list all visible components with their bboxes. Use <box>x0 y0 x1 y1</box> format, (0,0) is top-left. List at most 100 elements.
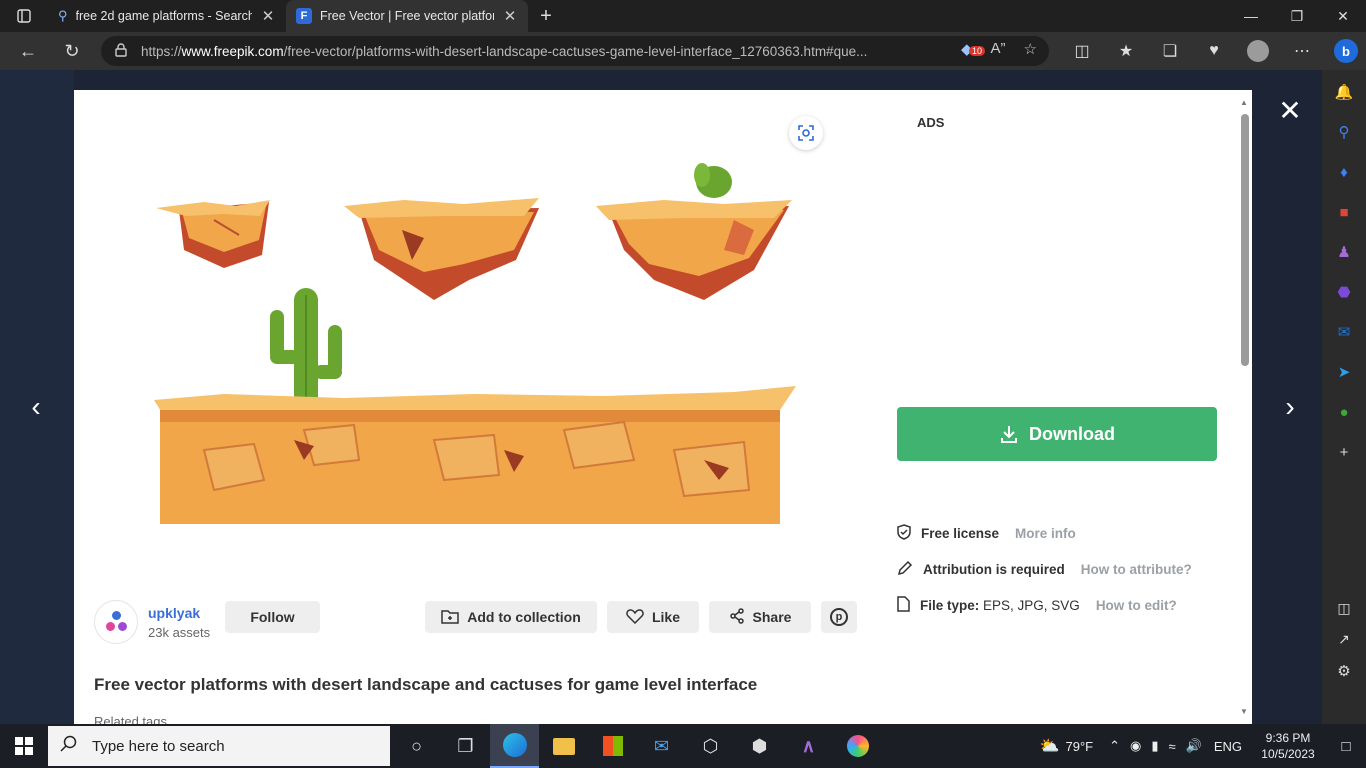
scroll-up-icon[interactable]: ▲ <box>1240 98 1248 107</box>
tab-search[interactable]: ⚲ free 2d game platforms - Search ✕ <box>48 0 286 32</box>
freepik-favicon-icon: F <box>296 8 312 24</box>
paint-app-icon[interactable] <box>833 724 882 768</box>
favorites-icon[interactable]: ★ <box>1104 32 1148 70</box>
tree-icon[interactable]: ● <box>1330 398 1358 426</box>
read-aloud-icon[interactable]: A” <box>991 40 1006 58</box>
profile-avatar[interactable] <box>1236 32 1280 70</box>
external-link-icon[interactable]: ↗ <box>1338 631 1350 648</box>
preview-image[interactable] <box>144 160 804 540</box>
scroll-down-icon[interactable]: ▼ <box>1240 707 1248 716</box>
tab-title: free 2d game platforms - Search <box>75 9 252 23</box>
weather-temp[interactable]: 79°F <box>1065 739 1093 754</box>
add-to-collection-label: Add to collection <box>467 609 581 625</box>
how-to-attribute-link[interactable]: How to attribute? <box>1081 562 1192 577</box>
author-name-link[interactable]: upklyak <box>148 605 210 621</box>
wifi-icon[interactable]: ≈ <box>1169 739 1176 754</box>
url-text: https://www.freepik.com/free-vector/plat… <box>141 43 868 59</box>
filetype-label: File type: <box>920 598 980 613</box>
shield-check-icon <box>897 524 911 543</box>
next-arrow-icon[interactable]: › <box>1278 392 1302 422</box>
favorite-star-icon[interactable]: ☆ <box>1024 40 1037 58</box>
refresh-button[interactable]: ↻ <box>50 32 94 70</box>
download-label: Download <box>1029 423 1115 444</box>
taskbar-search-box[interactable]: Type here to search <box>48 726 390 766</box>
edge-app-icon[interactable] <box>490 724 539 768</box>
back-button[interactable]: ← <box>6 32 50 70</box>
restore-icon[interactable]: ❐ <box>1274 0 1320 32</box>
language-indicator[interactable]: ENG <box>1214 739 1242 754</box>
like-button[interactable]: Like <box>607 601 699 633</box>
platform-small <box>156 200 270 268</box>
task-view-icon[interactable]: ❐ <box>441 724 490 768</box>
settings-gear-icon[interactable]: ⚙ <box>1337 662 1350 680</box>
previous-arrow-icon[interactable]: ‹ <box>24 392 48 422</box>
minimize-icon[interactable]: — <box>1228 0 1274 32</box>
coupon-badge: 10 <box>969 46 986 56</box>
microsoft-store-icon[interactable] <box>588 724 637 768</box>
modal-close-icon[interactable]: ✕ <box>1278 97 1302 125</box>
pinterest-button[interactable]: p <box>821 601 857 633</box>
collections-icon[interactable]: ❏ <box>1148 32 1192 70</box>
bing-chat-icon[interactable]: b <box>1324 32 1366 70</box>
clock[interactable]: 9:36 PM 10/5/2023 <box>1250 730 1326 762</box>
battery-icon[interactable]: ▮ <box>1151 738 1158 754</box>
new-tab-button[interactable]: + <box>528 5 564 28</box>
visual-search-icon[interactable] <box>789 116 823 150</box>
author-info: upklyak 23k assets <box>94 600 210 644</box>
games-icon[interactable]: ♟ <box>1330 238 1358 266</box>
tab-title: Free Vector | Free vector platform <box>320 9 494 23</box>
tools-briefcase-icon[interactable]: ■ <box>1330 198 1358 226</box>
attribution-label: Attribution is required <box>923 562 1065 577</box>
volume-icon[interactable]: 🔊 <box>1186 738 1202 754</box>
outlook-icon[interactable]: ✉ <box>1330 318 1358 346</box>
follow-button[interactable]: Follow <box>225 601 320 633</box>
copilot-icon[interactable]: ⬣ <box>1330 278 1358 306</box>
platform-medium <box>344 198 539 300</box>
window-close-icon[interactable]: ✕ <box>1320 0 1366 32</box>
system-tray: ⛅ 79°F ⌃ ◉ ▮ ≈ 🔊 ENG 9:36 PM 10/5/2023 □ <box>1040 724 1366 768</box>
camera-icon[interactable]: ◉ <box>1130 738 1141 754</box>
browser-essentials-icon[interactable]: ♥ <box>1192 32 1236 70</box>
send-icon[interactable]: ➤ <box>1330 358 1358 386</box>
windows-start-icon[interactable] <box>0 724 48 768</box>
notification-center-icon[interactable]: □ <box>1326 738 1366 755</box>
cortana-icon[interactable]: ○ <box>392 724 441 768</box>
mail-icon[interactable]: ✉ <box>637 724 686 768</box>
add-to-collection-button[interactable]: Add to collection <box>425 601 597 633</box>
add-folder-icon <box>441 608 459 627</box>
close-tab-icon[interactable]: ✕ <box>502 7 518 25</box>
address-bar-icons: ◆ 10 A” ☆ <box>961 40 1037 58</box>
share-label: Share <box>752 609 792 625</box>
unity-editor-icon[interactable]: ⬢ <box>735 724 784 768</box>
how-to-edit-link[interactable]: How to edit? <box>1096 598 1177 613</box>
address-bar[interactable]: https://www.freepik.com/free-vector/plat… <box>101 36 1049 66</box>
share-button[interactable]: Share <box>709 601 811 633</box>
file-explorer-icon[interactable] <box>539 724 588 768</box>
resource-modal: ADS Download Free license More info Attr… <box>74 90 1252 724</box>
browser-toolbar: ← ↻ https://www.freepik.com/free-vector/… <box>0 32 1366 70</box>
search-icon[interactable]: ⚲ <box>1330 118 1358 146</box>
taskbar-search-placeholder: Type here to search <box>92 737 225 755</box>
close-tab-icon[interactable]: ✕ <box>260 7 276 25</box>
notification-bell-icon[interactable]: 🔔 <box>1330 78 1358 106</box>
unity-hub-icon[interactable]: ⬡ <box>686 724 735 768</box>
weather-icon[interactable]: ⛅ <box>1040 736 1060 756</box>
download-icon <box>1001 426 1017 443</box>
tray-chevron-icon[interactable]: ⌃ <box>1109 738 1120 754</box>
more-info-link[interactable]: More info <box>1015 526 1076 541</box>
add-sidebar-icon[interactable]: + <box>1330 438 1358 466</box>
author-avatar[interactable] <box>94 600 138 644</box>
tab-actions-icon[interactable] <box>0 0 48 32</box>
scroll-thumb[interactable] <box>1241 114 1249 366</box>
tab-freepik[interactable]: F Free Vector | Free vector platform ✕ <box>286 0 528 32</box>
platform-with-small-cactus <box>596 163 792 300</box>
shopping-tag-icon[interactable]: ♦ <box>1330 158 1358 186</box>
modal-scrollbar[interactable]: ▲ ▼ <box>1240 98 1249 716</box>
visual-studio-icon[interactable]: ∧ <box>784 724 833 768</box>
split-screen-icon[interactable]: ◫ <box>1060 32 1104 70</box>
download-button[interactable]: Download <box>897 407 1217 461</box>
more-menu-icon[interactable]: ⋯ <box>1280 32 1324 70</box>
coupon-icon[interactable]: ◆ 10 <box>961 40 986 58</box>
window-controls: — ❐ ✕ <box>1228 0 1366 32</box>
sidebar-layout-icon[interactable]: ◫ <box>1337 600 1350 617</box>
